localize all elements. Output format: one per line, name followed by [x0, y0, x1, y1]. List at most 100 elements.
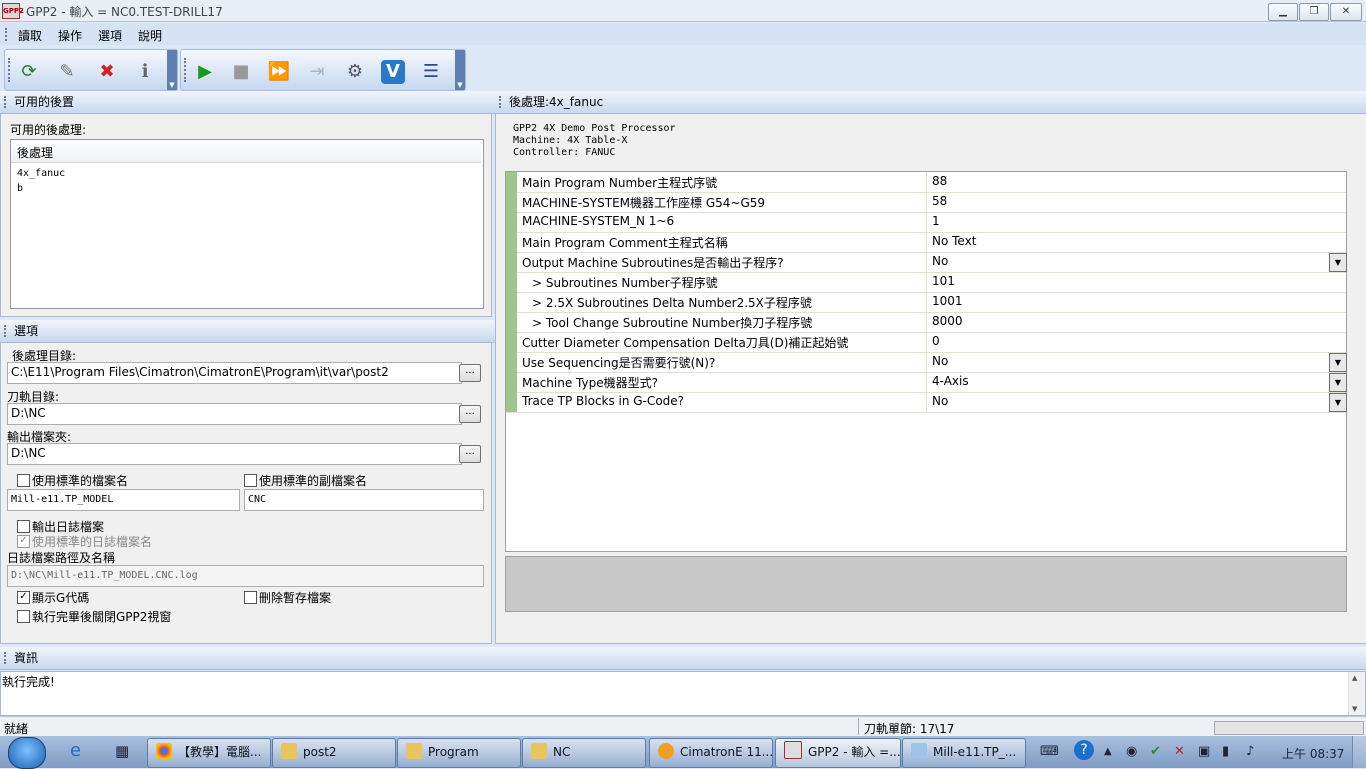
device-icon[interactable]: ▣: [1198, 744, 1210, 759]
close-after-checkbox[interactable]: [17, 610, 30, 623]
window-title: GPP2 - 輸入 = NC0.TEST-DRILL17: [26, 5, 223, 19]
task-chrome[interactable]: 【教學】電腦...: [147, 738, 271, 768]
restore-button[interactable]: ❐: [1299, 3, 1329, 21]
menu-operate[interactable]: 操作: [58, 27, 82, 44]
task-mill[interactable]: Mill-e11.TP_...: [902, 738, 1026, 768]
options-icon[interactable]: ⚙: [343, 60, 367, 84]
grid-row[interactable]: > Tool Change Subroutine Number換刀子程序號 800…: [506, 312, 1346, 333]
title-bar: GPP2 GPP2 - 輸入 = NC0.TEST-DRILL17 ▁ ❐ ✕: [0, 0, 1366, 22]
update-icon[interactable]: ✔: [1150, 744, 1161, 759]
menu-read[interactable]: 讀取: [18, 27, 42, 44]
info-output[interactable]: 執行完成! ▲ ▼: [0, 671, 1366, 716]
info-message: 執行完成!: [2, 675, 55, 689]
file-toolbar: ⟳ ✎ ✖ ℹ ▼: [4, 49, 178, 91]
grid-row[interactable]: MACHINE-SYSTEM_N 1~6 1: [506, 212, 1346, 233]
post-dir-field[interactable]: C:\E11\Program Files\Cimatron\CimatronE\…: [7, 362, 462, 384]
file-name-field[interactable]: Mill-e11.TP_MODEL: [7, 489, 240, 511]
grid-row[interactable]: MACHINE-SYSTEM機器工作座標 G54~G59 58: [506, 192, 1346, 213]
list-item[interactable]: 4x_fanuc: [17, 168, 65, 179]
menu-grip: [5, 28, 10, 41]
signal-icon[interactable]: ▮: [1222, 744, 1229, 759]
task-gpp2[interactable]: GPP2 - 輸入 =...: [775, 738, 901, 768]
toolpath-dir-browse-button[interactable]: ...: [459, 405, 481, 423]
toolbar-overflow-icon[interactable]: ▼: [167, 50, 177, 90]
close-button[interactable]: ✕: [1330, 3, 1362, 21]
menu-help[interactable]: 說明: [138, 27, 162, 44]
delete-post-icon[interactable]: ✖: [95, 60, 119, 84]
toolpath-dir-field[interactable]: D:\NC: [7, 403, 462, 425]
grid-row[interactable]: Main Program Number主程式序號 88: [506, 172, 1346, 193]
grid-row[interactable]: Use Sequencing是否需要行號(N)? No ▼: [506, 352, 1347, 373]
calculator-icon[interactable]: ▦: [115, 742, 129, 760]
available-posts-caption: 可用的後處理:: [10, 123, 87, 137]
start-button[interactable]: [8, 737, 46, 769]
keyboard-icon[interactable]: ⌨: [1040, 744, 1059, 759]
use-std-ext-checkbox[interactable]: [244, 474, 257, 487]
grid-row[interactable]: Trace TP Blocks in G-Code? No ▼: [506, 392, 1347, 413]
grid-row[interactable]: > Subroutines Number子程序號 101: [506, 272, 1346, 293]
show-gcode-checkbox[interactable]: ✓: [17, 591, 30, 604]
dropdown-arrow-icon[interactable]: ▼: [1329, 393, 1347, 412]
load-post-icon[interactable]: ⟳: [17, 60, 41, 84]
toolbar-overflow-icon-2[interactable]: ▼: [455, 50, 465, 90]
info-header: 資訊: [0, 647, 1366, 670]
info-scrollbar[interactable]: ▲ ▼: [1348, 672, 1365, 715]
log-path-field[interactable]: D:\NC\Mill-e11.TP_MODEL.CNC.log: [7, 565, 484, 587]
task-program[interactable]: Program: [397, 738, 521, 768]
dropdown-arrow-icon[interactable]: ▼: [1329, 253, 1347, 272]
status-bar: 就緒 刀軌單節: 17\17: [0, 716, 1366, 736]
property-help-area: [505, 556, 1347, 612]
network-warning-icon[interactable]: ✕: [1174, 744, 1185, 759]
clock[interactable]: 上午 08:37: [1282, 745, 1344, 762]
minimize-button[interactable]: ▁: [1268, 3, 1298, 21]
step-icon[interactable]: ⇥: [305, 60, 329, 84]
menu-options[interactable]: 選項: [98, 27, 122, 44]
edit-post-icon[interactable]: ✎: [55, 60, 79, 84]
list-item[interactable]: b: [17, 183, 23, 194]
status-progress: [1214, 721, 1364, 735]
chrome-tray-icon[interactable]: ◉: [1126, 744, 1137, 759]
grid-row[interactable]: Machine Type機器型式? 4-Axis ▼: [506, 372, 1347, 393]
grid-row[interactable]: Cutter Diameter Compensation Delta刀具(D)補…: [506, 332, 1346, 353]
dropdown-arrow-icon[interactable]: ▼: [1329, 353, 1347, 372]
output-log-checkbox[interactable]: [17, 520, 30, 533]
post-dir-browse-button[interactable]: ...: [459, 364, 481, 382]
help-icon[interactable]: ?: [1074, 740, 1094, 760]
verify-icon[interactable]: V: [381, 60, 405, 84]
grid-row[interactable]: Output Machine Subroutines是否輸出子程序? No ▼: [506, 252, 1347, 273]
post-list[interactable]: 後處理 4x_fanuc b: [10, 139, 484, 309]
run-toolbar: ▶ ■ ⏩ ⇥ ⚙ V ☰ ▼: [180, 49, 466, 91]
tray-expand-icon[interactable]: ▲: [1104, 746, 1112, 757]
show-desktop-button[interactable]: [1352, 736, 1366, 768]
output-dir-browse-button[interactable]: ...: [459, 445, 481, 463]
list-icon[interactable]: ☰: [419, 60, 443, 84]
fast-forward-icon[interactable]: ⏩: [267, 60, 291, 84]
stop-icon[interactable]: ■: [229, 60, 253, 84]
grid-row[interactable]: Main Program Comment主程式名稱 No Text: [506, 232, 1346, 253]
status-block-count: 刀軌單節: 17\17: [864, 722, 955, 736]
post-description: GPP2 4X Demo Post Processor Machine: 4X …: [513, 123, 676, 158]
taskbar: e ▦ 【教學】電腦... post2 Program NC CimatronE…: [0, 736, 1366, 769]
file-ext-field[interactable]: CNC: [244, 489, 484, 511]
output-dir-field[interactable]: D:\NC: [7, 443, 462, 465]
use-std-name-checkbox[interactable]: [17, 474, 30, 487]
post-list-header[interactable]: 後處理: [11, 140, 481, 163]
use-std-log-checkbox[interactable]: ✓: [17, 535, 30, 548]
grid-row[interactable]: > 2.5X Subroutines Delta Number2.5X子程序號 1…: [506, 292, 1346, 313]
delete-temp-checkbox[interactable]: [244, 591, 257, 604]
task-post2[interactable]: post2: [272, 738, 396, 768]
post-info-icon[interactable]: ℹ: [133, 60, 157, 84]
dropdown-arrow-icon[interactable]: ▼: [1329, 373, 1347, 392]
available-posts-panel: 可用的後處理: 後處理 4x_fanuc b: [0, 113, 492, 317]
run-icon[interactable]: ▶: [193, 60, 217, 84]
log-path-label: 日誌檔案路徑及名稱: [7, 551, 116, 565]
use-std-name-label: 使用標準的檔案名: [32, 474, 129, 488]
show-gcode-label: 顯示G代碼: [32, 591, 90, 605]
task-nc[interactable]: NC: [522, 738, 646, 768]
use-std-ext-label: 使用標準的副檔案名: [259, 474, 368, 488]
ie-icon[interactable]: e: [70, 740, 81, 761]
app-icon: GPP2: [2, 3, 24, 19]
toolbar-area: ⟳ ✎ ✖ ℹ ▼ ▶ ■ ⏩ ⇥ ⚙ V ☰ ▼: [0, 45, 1366, 91]
task-cimatron[interactable]: CimatronE 11...: [649, 738, 773, 768]
volume-icon[interactable]: ♪: [1246, 744, 1254, 759]
